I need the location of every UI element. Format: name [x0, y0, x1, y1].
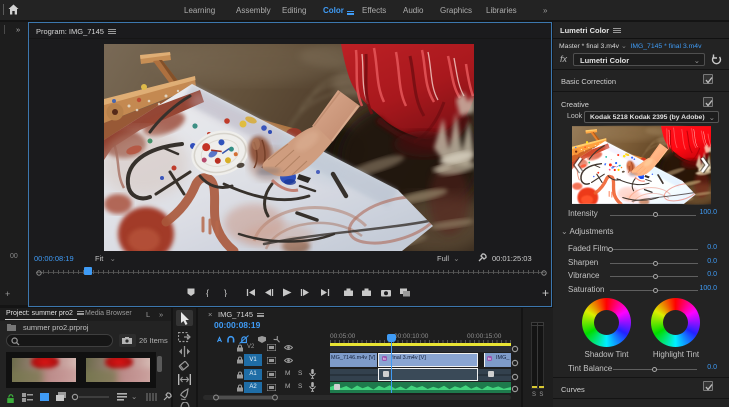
svg-text:{: { [206, 288, 209, 297]
svg-text:}: } [224, 288, 227, 297]
